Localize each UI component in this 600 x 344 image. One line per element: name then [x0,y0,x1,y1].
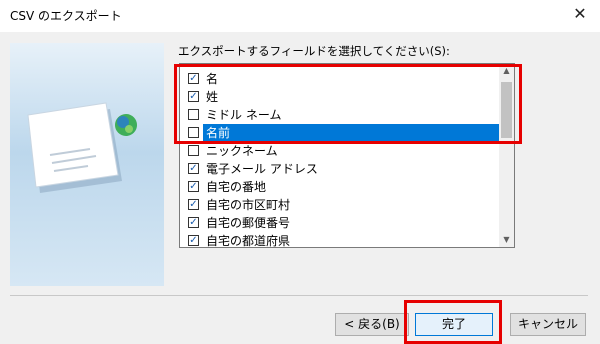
close-icon[interactable]: ✕ [570,4,590,24]
separator [10,295,588,296]
field-list-item[interactable]: ニックネーム [180,142,500,160]
field-list-item[interactable]: ✓ 自宅の市区町村 [180,196,500,214]
annotation-highlight-fields [174,64,522,144]
field-checkbox[interactable]: ✓ [188,199,199,210]
wizard-art [10,43,164,286]
field-label: 電子メール アドレス [206,162,318,176]
field-label: ニックネーム [206,144,278,158]
field-checkbox[interactable]: ✓ [188,181,199,192]
field-checkbox[interactable]: ✓ [188,163,199,174]
field-select-prompt: エクスポートするフィールドを選択してください(S): [178,44,450,58]
check-icon: ✓ [189,181,198,192]
title-bar: CSV のエクスポート ✕ [0,0,600,32]
field-label: 自宅の番地 [206,180,267,194]
field-checkbox[interactable]: ✓ [188,217,199,228]
field-checkbox[interactable]: ✓ [188,235,199,246]
field-checkbox[interactable] [188,145,199,156]
cancel-button[interactable]: キャンセル [510,313,586,336]
field-list-item[interactable]: ✓ 電子メール アドレス [180,160,500,178]
field-label: 自宅の郵便番号 [206,216,291,230]
back-button[interactable]: < 戻る(B) [335,313,409,336]
check-icon: ✓ [189,199,198,210]
field-label: 自宅の都道府県 [206,234,291,248]
field-label: 自宅の市区町村 [206,198,291,212]
check-icon: ✓ [189,163,198,174]
envelope-globe-icon [27,102,137,193]
check-icon: ✓ [189,235,198,246]
field-list-item[interactable]: ✓ 自宅の都道府県 [180,232,500,250]
annotation-highlight-finish [404,300,502,344]
field-list-item[interactable]: ✓ 自宅の番地 [180,178,500,196]
field-list-item[interactable]: ✓ 自宅の郵便番号 [180,214,500,232]
scroll-down-icon[interactable]: ▼ [499,233,514,247]
check-icon: ✓ [189,217,198,228]
window-title: CSV のエクスポート [10,9,122,23]
